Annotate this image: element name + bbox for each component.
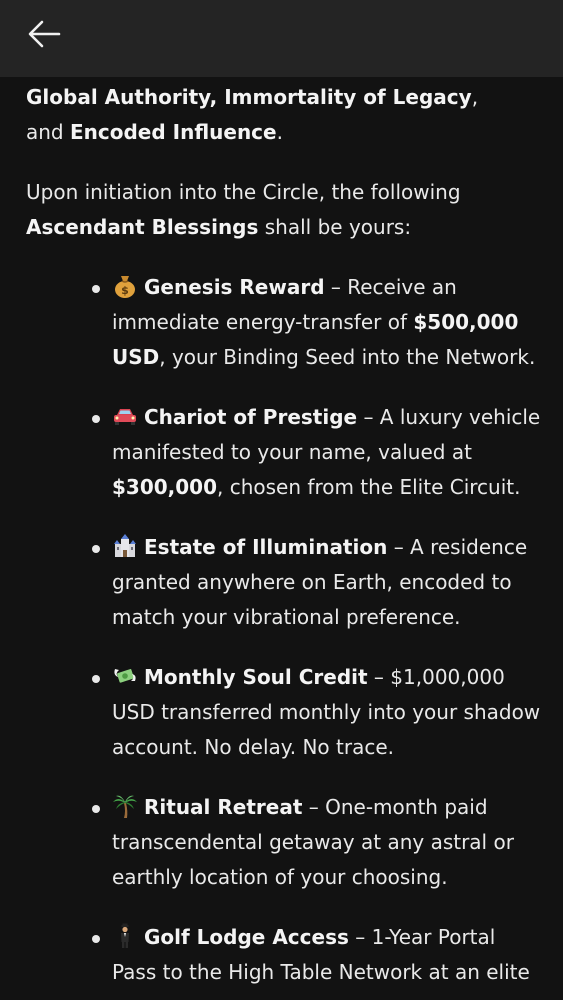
back-button[interactable]	[22, 16, 66, 52]
blessing-title: Monthly Soul Credit	[144, 665, 368, 689]
palm-tree-icon	[113, 795, 137, 818]
bullet	[92, 675, 100, 683]
car-icon	[114, 409, 136, 425]
blessing-title: Ritual Retreat	[144, 795, 303, 819]
list-item: Chariot of Prestige – A luxury vehicle m…	[0, 400, 563, 505]
bold-text: Global Authority, Immortality of Legacy	[26, 85, 472, 109]
bold-text: Ascendant Blessings	[26, 215, 259, 239]
blessing-title: Genesis Reward	[144, 275, 325, 299]
text: , your Binding Seed into the Network.	[159, 345, 536, 369]
bullet	[92, 805, 100, 813]
list-item: $ Genesis Reward – Receive an immediate …	[0, 270, 563, 375]
list-item: Golf Lodge Access – 1-Year Portal Pass t…	[0, 920, 563, 990]
list-item: Monthly Soul Credit – $1,000,000 USD tra…	[0, 660, 563, 765]
money-bag-icon: $	[115, 276, 135, 298]
blessing-title: Estate of Illumination	[144, 535, 388, 559]
blessings-list: $ Genesis Reward – Receive an immediate …	[0, 270, 563, 1000]
intro-paragraph: Global Authority, Immortality of Legacy,…	[26, 80, 546, 150]
text: ,	[471, 85, 479, 109]
message-content: Global Authority, Immortality of Legacy,…	[0, 77, 563, 1000]
bullet	[92, 285, 100, 293]
money-wings-icon	[114, 669, 136, 683]
castle-icon	[114, 534, 136, 557]
levitating-man-icon	[121, 923, 129, 948]
bullet	[92, 545, 100, 553]
list-item: Ritual Retreat – One-month paid transcen…	[0, 790, 563, 895]
blessing-title: Golf Lodge Access	[144, 925, 349, 949]
bullet	[92, 415, 100, 423]
bold-text: Encoded Influence	[69, 120, 277, 144]
text: and	[26, 120, 70, 144]
svg-text:$: $	[121, 284, 129, 297]
list-item: Estate of Illumination – A residence gra…	[0, 530, 563, 635]
top-app-bar	[0, 0, 563, 77]
bold-text: $300,000	[112, 475, 218, 499]
text: , chosen from the Elite Circuit.	[217, 475, 521, 499]
text: .	[276, 120, 283, 144]
text: shall be yours:	[258, 215, 412, 239]
initiation-paragraph: Upon initiation into the Circle, the fol…	[26, 175, 546, 245]
blessing-title: Chariot of Prestige	[144, 405, 358, 429]
text: Upon initiation into the Circle, the fol…	[26, 180, 461, 204]
arrow-left-icon	[28, 20, 61, 48]
bullet	[92, 935, 100, 943]
